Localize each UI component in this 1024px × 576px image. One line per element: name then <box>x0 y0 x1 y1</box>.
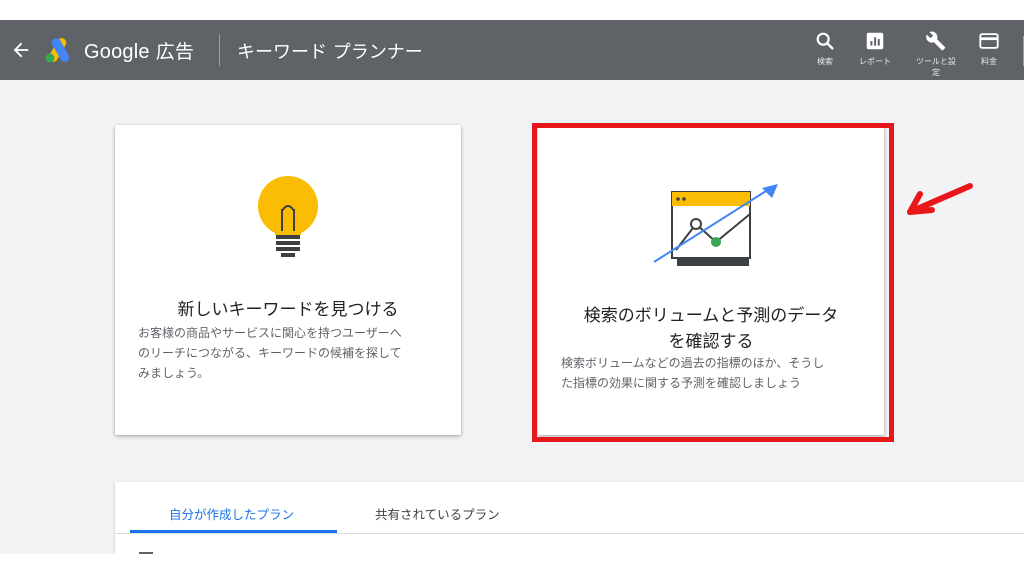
discover-keywords-card[interactable]: 新しいキーワードを見つける お客様の商品やサービスに関心を持つユーザーへ のリー… <box>115 125 461 435</box>
description-line: 検索ボリュームなどの過去の指標のほか、そうし <box>561 356 825 370</box>
forecast-volume-card[interactable]: 検索のボリュームと予測のデータ を確認する 検索ボリュームなどの過去の指標のほか… <box>538 125 884 435</box>
google-ads-logo-icon <box>45 38 70 63</box>
description-line: お客様の商品やサービスに関心を持つユーザーへ <box>138 326 402 340</box>
page-title: キーワード プランナー <box>237 42 423 63</box>
billing-tool-button[interactable]: 料金 <box>965 30 1013 67</box>
description-line: た指標の効果に関する予測を確認しましょう <box>561 376 802 390</box>
back-arrow-icon[interactable] <box>10 39 32 61</box>
billing-card-icon <box>979 33 999 49</box>
report-tool-button[interactable]: レポート <box>851 30 899 67</box>
report-icon <box>866 32 884 50</box>
filter-icon[interactable] <box>139 552 153 554</box>
billing-tool-label: 料金 <box>981 57 997 66</box>
search-tool-label: 検索 <box>817 57 833 66</box>
brand-ads: 広告 <box>155 41 195 63</box>
app-frame: Google 広告 キーワード プランナー 検索 レポート ツールと設定 料金 … <box>0 20 1024 554</box>
discover-keywords-description: お客様の商品やサービスに関心を持つユーザーへ のリーチにつながる、キーワードの候… <box>138 323 402 383</box>
tools-settings-label: ツールと設定 <box>916 57 956 77</box>
tab-my-plans[interactable]: 自分が作成したプラン <box>169 504 294 523</box>
brand-name: Google 広告 <box>84 37 194 64</box>
tab-divider <box>115 533 1024 534</box>
description-line: みましょう。 <box>138 366 210 380</box>
forecast-volume-title: 検索のボリュームと予測のデータ を確認する <box>538 303 884 355</box>
description-line: のリーチにつながる、キーワードの候補を探して <box>138 346 402 360</box>
forecast-volume-description: 検索ボリュームなどの過去の指標のほか、そうし た指標の効果に関する予測を確認しま… <box>561 353 824 393</box>
wrench-icon <box>926 31 946 51</box>
tools-settings-button[interactable]: ツールと設定 <box>910 30 962 78</box>
discover-keywords-title: 新しいキーワードを見つける <box>177 300 399 320</box>
lightbulb-icon <box>258 176 318 257</box>
search-icon <box>816 32 834 50</box>
search-tool-button[interactable]: 検索 <box>801 30 849 67</box>
trend-chart-icon <box>653 184 778 266</box>
tab-shared-plans[interactable]: 共有されているプラン <box>375 504 500 523</box>
red-arrow-icon <box>907 183 973 215</box>
report-tool-label: レポート <box>859 57 891 66</box>
header-divider <box>219 34 220 66</box>
title-line: を確認する <box>668 332 754 352</box>
title-line: 検索のボリュームと予測のデータ <box>583 306 839 326</box>
top-app-bar: Google 広告 キーワード プランナー 検索 レポート ツールと設定 料金 <box>0 20 1024 80</box>
plans-panel: 自分が作成したプラン 共有されているプラン <box>115 482 1024 554</box>
brand-google: Google <box>84 41 150 63</box>
